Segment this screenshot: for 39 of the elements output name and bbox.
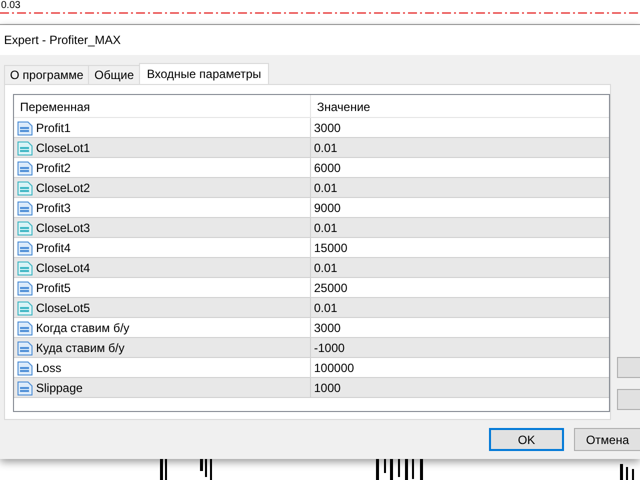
variable-name: CloseLot2	[36, 180, 90, 194]
column-header: Значение	[317, 100, 370, 114]
variable-value[interactable]: 0.01	[314, 180, 338, 194]
variable-value[interactable]: 9000	[314, 200, 341, 214]
variable-name: Profit1	[36, 120, 71, 134]
variable-name: CloseLot3	[36, 220, 90, 234]
side-button[interactable]	[617, 357, 640, 378]
side-button[interactable]	[617, 389, 640, 410]
variable-value[interactable]: 0.01	[314, 220, 338, 234]
dialog-button[interactable]: Отмена	[574, 428, 640, 451]
column-header: Переменная	[20, 100, 90, 114]
variable-value[interactable]: 3000	[314, 120, 341, 134]
variable-value[interactable]: 0.01	[314, 140, 338, 154]
variable-name: Profit3	[36, 200, 71, 214]
variable-value[interactable]: 1000	[314, 380, 341, 394]
tab[interactable]: Общие	[88, 65, 140, 84]
variable-value[interactable]: 6000	[314, 160, 341, 174]
variable-value[interactable]: 0.01	[314, 300, 338, 314]
dialog-button[interactable]: OK	[489, 428, 564, 451]
variable-name: CloseLot5	[36, 300, 90, 314]
variable-name: Slippage	[36, 380, 83, 394]
price-label: 0.03	[0, 0, 20, 11]
variable-value[interactable]: 100000	[314, 360, 354, 374]
variable-value[interactable]: 0.01	[314, 260, 338, 274]
window-title: Expert - Profiter_MAX	[4, 33, 121, 47]
variable-name: CloseLot1	[36, 140, 90, 154]
variable-value[interactable]: 15000	[314, 240, 348, 254]
variable-value[interactable]: 25000	[314, 280, 348, 294]
variable-name: CloseLot4	[36, 260, 90, 274]
variable-name: Когда ставим б/у	[36, 320, 130, 334]
variable-name: Куда ставим б/у	[36, 340, 125, 354]
tab[interactable]: О программе	[4, 65, 90, 84]
variable-name: Profit2	[36, 160, 71, 174]
variable-value[interactable]: 3000	[314, 320, 341, 334]
variable-name: Loss	[36, 360, 62, 374]
tab[interactable]: Входные параметры	[138, 63, 270, 84]
variable-name: Profit4	[36, 240, 71, 254]
variable-name: Profit5	[36, 280, 71, 294]
variable-value[interactable]: -1000	[314, 340, 345, 354]
